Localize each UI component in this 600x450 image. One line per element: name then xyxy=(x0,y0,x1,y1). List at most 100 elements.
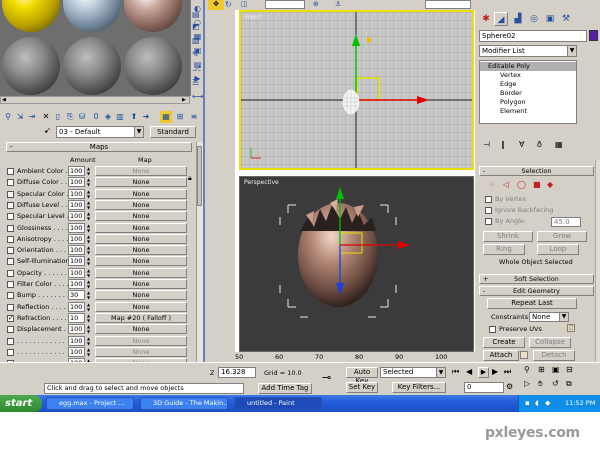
fov-icon[interactable]: ▷ xyxy=(524,379,530,388)
map-amount-field[interactable]: 100 xyxy=(68,245,85,256)
stack-item[interactable]: Polygon xyxy=(480,98,526,107)
pan-icon[interactable]: ✋︎ xyxy=(538,379,543,389)
map-slot-button[interactable]: None xyxy=(95,267,187,278)
material-type-button[interactable]: Standard xyxy=(150,126,196,138)
material-slot-4[interactable] xyxy=(2,37,60,95)
map-amount-field[interactable]: 100 xyxy=(68,222,85,233)
amount-spinner-icon[interactable]: ▲▼ xyxy=(86,211,91,221)
map-slot-button[interactable]: None xyxy=(95,324,187,335)
key-mode-icon[interactable]: ⊸ xyxy=(322,371,331,384)
map-enable-checkbox[interactable] xyxy=(7,224,14,232)
material-slot-1[interactable] xyxy=(2,0,60,32)
amount-spinner-icon[interactable]: ▲▼ xyxy=(86,166,91,176)
material-map-navigator-icon[interactable]: ▦ xyxy=(160,111,172,123)
amount-spinner-icon[interactable]: ▲▼ xyxy=(86,245,91,255)
map-enable-checkbox[interactable]: ✓ xyxy=(7,314,14,322)
options-icon[interactable]: ≡ xyxy=(188,111,200,123)
taskbar-item-max[interactable]: egg.max - Project ... xyxy=(46,397,134,410)
time-config-icon[interactable]: ⚙ xyxy=(506,382,513,391)
map-slot-button[interactable]: None xyxy=(95,211,187,222)
polygon-mode-icon[interactable]: ■ xyxy=(533,180,541,189)
put-to-library-icon[interactable]: ⛁ xyxy=(76,111,88,123)
map-slot-button[interactable]: None xyxy=(95,166,187,176)
preserve-uvs-checkbox[interactable] xyxy=(489,326,496,333)
show-end-result-icon[interactable]: ▥ xyxy=(114,111,126,123)
snap-icon[interactable]: ⚓︎ xyxy=(335,0,341,8)
front-viewport[interactable]: Front xyxy=(239,10,474,170)
material-slot-2[interactable] xyxy=(63,0,121,32)
amount-spinner-icon[interactable]: ▲▼ xyxy=(86,256,91,266)
border-mode-icon[interactable]: ◯ xyxy=(517,180,526,189)
map-slot-button[interactable]: None xyxy=(95,177,187,188)
go-to-end-icon[interactable]: ⏭ xyxy=(504,367,511,377)
map-enable-checkbox[interactable] xyxy=(7,292,14,300)
map-amount-field[interactable]: 100 xyxy=(68,301,85,312)
grow-button[interactable]: Grow xyxy=(537,231,587,242)
set-key-button[interactable]: Set Key xyxy=(346,382,378,393)
put-to-scene-icon[interactable]: ⇲ xyxy=(14,111,26,123)
collapse-button[interactable]: Collapse xyxy=(529,337,571,348)
map-amount-field[interactable]: 100 xyxy=(68,346,85,357)
modify-tab-icon[interactable]: ◢ xyxy=(494,12,508,26)
material-slot-5[interactable] xyxy=(63,37,121,95)
slot-scrollbar[interactable]: ◀ ▶ xyxy=(0,96,190,104)
map-enable-checkbox[interactable] xyxy=(7,337,14,345)
material-slot-3[interactable] xyxy=(124,0,182,32)
key-mode-dropdown[interactable]: Selected ▼ xyxy=(380,367,446,378)
amount-spinner-icon[interactable]: ▲▼ xyxy=(86,268,91,278)
map-enable-checkbox[interactable] xyxy=(7,281,14,288)
create-button[interactable]: Create xyxy=(483,337,525,348)
attach-button[interactable]: Attach xyxy=(483,350,519,361)
key-filters-button[interactable]: Key Filters... xyxy=(392,382,446,393)
copy-material-icon[interactable]: ▯ xyxy=(52,111,64,123)
add-time-tag-button[interactable]: Add Time Tag xyxy=(258,383,312,394)
angle-field[interactable]: 45.0 xyxy=(551,217,581,227)
map-slot-button[interactable]: None xyxy=(95,199,187,210)
object-color-swatch[interactable] xyxy=(589,30,598,41)
map-enable-checkbox[interactable] xyxy=(7,190,14,198)
command-panel-scrollbar[interactable] xyxy=(595,160,600,362)
mirror-icon[interactable]: ⟷ xyxy=(192,92,203,101)
amount-spinner-icon[interactable]: ▲▼ xyxy=(86,279,91,289)
maps-scrollbar[interactable] xyxy=(196,142,203,376)
zoom-extents-icon[interactable]: ▣ xyxy=(552,365,560,374)
map-slot-button[interactable]: None xyxy=(95,290,187,301)
view-dropdown[interactable] xyxy=(265,0,305,9)
arc-rotate-icon[interactable]: ↺ xyxy=(552,379,559,388)
play-icon[interactable]: ▶ xyxy=(478,367,489,378)
map-slot-button[interactable]: None xyxy=(95,301,187,312)
map-amount-field[interactable]: 30 xyxy=(68,290,85,301)
by-angle-checkbox[interactable] xyxy=(485,218,492,225)
network-icon[interactable]: ▪ xyxy=(525,395,530,412)
map-amount-field[interactable]: 100 xyxy=(68,188,85,199)
clock[interactable]: 11:52 PM xyxy=(565,395,595,412)
amount-spinner-icon[interactable]: ▲▼ xyxy=(86,200,91,210)
map-enable-checkbox[interactable] xyxy=(7,269,14,277)
constraints-dropdown[interactable]: None ▼ xyxy=(529,312,569,322)
map-slot-button[interactable]: None xyxy=(95,346,187,357)
make-unique-icon[interactable]: ∀ xyxy=(519,140,524,149)
map-amount-field[interactable]: 100 xyxy=(68,267,85,278)
stack-item[interactable]: Vertex xyxy=(480,71,521,80)
chevron-down-icon[interactable]: ▼ xyxy=(436,368,445,377)
map-slot-button[interactable]: None xyxy=(95,256,187,267)
map-amount-field[interactable]: 100 xyxy=(68,324,85,335)
auto-key-button[interactable]: Auto Key xyxy=(346,367,378,385)
material-id-icon[interactable]: 0 xyxy=(90,111,102,123)
perspective-viewport[interactable]: Perspective xyxy=(239,176,474,352)
prev-frame-icon[interactable]: ◀ xyxy=(466,367,472,376)
assign-material-icon[interactable]: ⇥ xyxy=(26,111,38,123)
selection-set-dropdown[interactable] xyxy=(425,0,471,9)
map-slot-button[interactable]: None xyxy=(95,233,187,244)
shield-icon[interactable]: ◆ xyxy=(545,395,550,412)
map-enable-checkbox[interactable] xyxy=(7,303,14,311)
chevron-down-icon[interactable]: ▼ xyxy=(567,46,576,56)
amount-spinner-icon[interactable]: ▲▼ xyxy=(86,302,91,312)
select-move-icon[interactable]: ✥ xyxy=(208,0,224,10)
amount-spinner-icon[interactable]: ▲▼ xyxy=(86,324,91,334)
get-material-icon[interactable]: ⚲ xyxy=(2,111,14,123)
show-map-icon[interactable]: ◈ xyxy=(102,111,114,123)
map-slot-button[interactable]: None xyxy=(95,188,187,199)
map-amount-field[interactable]: 10 xyxy=(68,312,85,323)
material-slot-6[interactable] xyxy=(124,37,182,95)
